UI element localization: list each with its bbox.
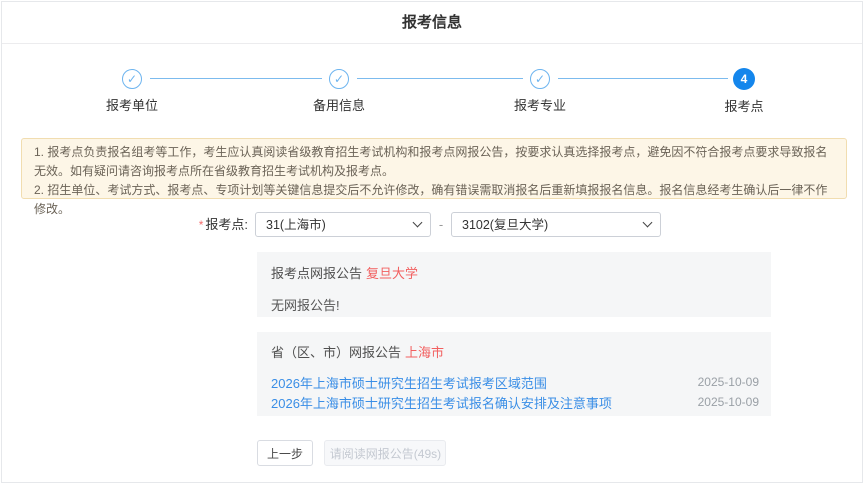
- step-label: 报考专业: [490, 95, 590, 114]
- province-name: 上海市: [405, 345, 444, 360]
- required-asterisk: *: [199, 218, 204, 232]
- announcement-row: 2026年上海市硕士研究生招生考试报名确认安排及注意事项 2025-10-09: [271, 392, 759, 412]
- select-separator: -: [435, 212, 447, 237]
- exam-site-select[interactable]: 3102(复旦大学): [451, 212, 661, 237]
- previous-step-button[interactable]: 上一步: [257, 440, 313, 466]
- announcement-list: 2026年上海市硕士研究生招生考试报考区域范围 2025-10-09 2026年…: [271, 372, 759, 412]
- step-item-baokaodanwei: ✓ 报考单位: [82, 69, 182, 114]
- site-announcement-box: 报考点网报公告复旦大学 无网报公告!: [257, 252, 771, 317]
- announcement-link-confirm-arrangement[interactable]: 2026年上海市硕士研究生招生考试报名确认安排及注意事项: [271, 393, 688, 412]
- read-announcement-countdown-button[interactable]: 请阅读网报公告(49s): [324, 440, 446, 466]
- no-announcement-text: 无网报公告!: [271, 295, 757, 314]
- step-number-badge: 4: [733, 68, 755, 90]
- step-done-check-icon: ✓: [530, 69, 550, 89]
- step-label: 备用信息: [289, 95, 389, 114]
- step-item-beiyongxinxi: ✓ 备用信息: [289, 69, 389, 114]
- steps-bar: ✓ 报考单位 ✓ 备用信息 ✓ 报考专业 4 报考点: [2, 45, 862, 115]
- site-announcement-title: 报考点网报公告复旦大学: [271, 263, 757, 282]
- site-name: 复旦大学: [366, 266, 418, 281]
- announcement-date: 2025-10-09: [698, 375, 759, 389]
- step-done-check-icon: ✓: [329, 69, 349, 89]
- province-select-wrap: 31(上海市): [255, 212, 431, 237]
- exam-site-select-wrap: 3102(复旦大学): [451, 212, 661, 237]
- application-info-panel: 报考信息 ✓ 报考单位 ✓ 备用信息 ✓ 报考专业 4 报考点 1. 报考点负责…: [1, 1, 863, 483]
- step-done-check-icon: ✓: [122, 69, 142, 89]
- notice-line-1: 1. 报考点负责报名组考等工作，考生应认真阅读省级教育招生考试机构和报考点网报公…: [34, 143, 834, 181]
- province-select[interactable]: 31(上海市): [255, 212, 431, 237]
- page-title: 报考信息: [2, 2, 862, 44]
- exam-site-label: *报考点:: [192, 212, 248, 238]
- province-announcement-box: 省（区、市）网报公告上海市 2026年上海市硕士研究生招生考试报考区域范围 20…: [257, 332, 771, 416]
- step-label: 报考点: [694, 96, 794, 115]
- step-item-baokaozhuanye: ✓ 报考专业: [490, 69, 590, 114]
- step-label: 报考单位: [82, 95, 182, 114]
- announcement-row: 2026年上海市硕士研究生招生考试报考区域范围 2025-10-09: [271, 372, 759, 392]
- action-buttons: 上一步 请阅读网报公告(49s): [257, 440, 446, 466]
- notice-box: 1. 报考点负责报名组考等工作，考生应认真阅读省级教育招生考试机构和报考点网报公…: [21, 138, 847, 199]
- step-item-baokaodian-active: 4 报考点: [694, 69, 794, 115]
- announcement-link-region-scope[interactable]: 2026年上海市硕士研究生招生考试报考区域范围: [271, 373, 688, 392]
- exam-site-form-row: *报考点: 31(上海市) - 3102(复旦大学): [2, 212, 862, 238]
- announcement-date: 2025-10-09: [698, 395, 759, 409]
- province-announcement-title: 省（区、市）网报公告上海市: [271, 342, 759, 361]
